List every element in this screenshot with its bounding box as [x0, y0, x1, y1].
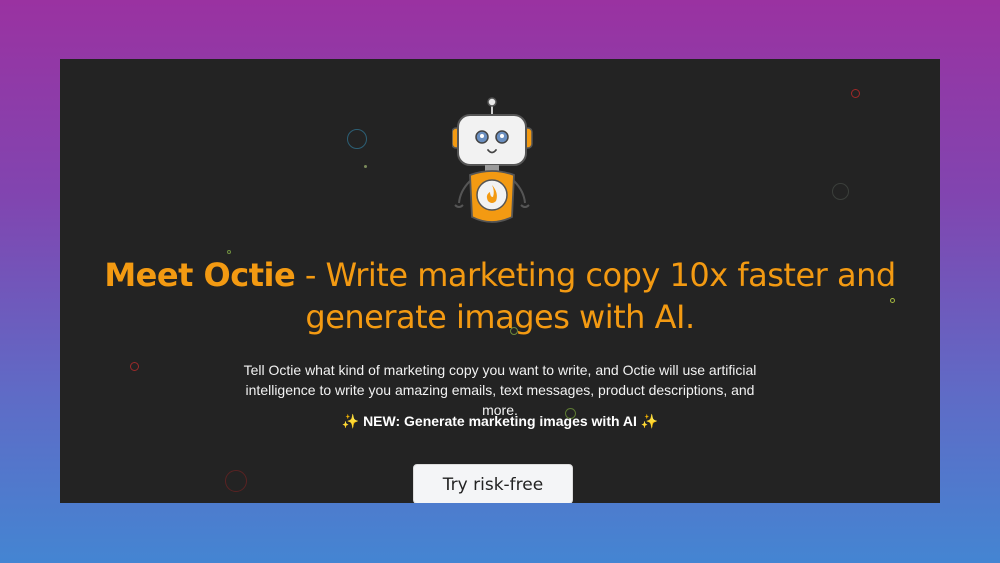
- sparkle-icon: ✨: [341, 413, 360, 429]
- hero-description: Tell Octie what kind of marketing copy y…: [243, 362, 757, 418]
- decorative-particle: [347, 129, 367, 149]
- headline-text: - Write marketing copy 10x faster and ge…: [295, 256, 896, 336]
- decorative-particle: [225, 470, 247, 492]
- sparkle-icon: ✨: [640, 413, 659, 429]
- decorative-particle: [364, 165, 367, 168]
- page-title: Meet Octie - Write marketing copy 10x fa…: [60, 254, 940, 338]
- decorative-particle: [832, 183, 849, 200]
- try-risk-free-button[interactable]: Try risk-free: [413, 464, 573, 503]
- robot-mascot-icon: [452, 97, 533, 223]
- headline-brand: Meet Octie: [104, 256, 296, 294]
- decorative-particle: [851, 89, 860, 98]
- hero-panel: Meet Octie - Write marketing copy 10x fa…: [60, 59, 940, 503]
- new-feature-text: NEW: Generate marketing images with AI: [363, 413, 637, 429]
- new-feature-banner: ✨ NEW: Generate marketing images with AI…: [60, 413, 940, 430]
- decorative-particle: [130, 362, 139, 371]
